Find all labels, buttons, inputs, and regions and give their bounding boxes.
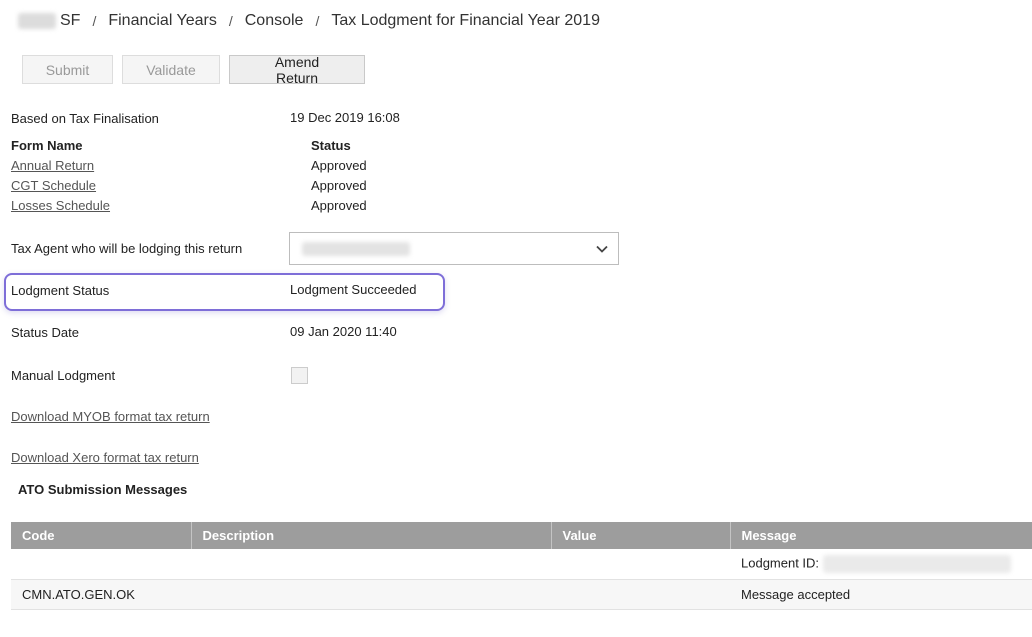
- validate-button[interactable]: Validate: [122, 55, 220, 84]
- breadcrumb-separator: /: [92, 13, 97, 29]
- cgt-schedule-status: Approved: [311, 178, 367, 193]
- losses-schedule-status: Approved: [311, 198, 367, 213]
- finalisation-label: Based on Tax Finalisation: [11, 111, 159, 126]
- lodgment-status-label: Lodgment Status: [11, 283, 110, 298]
- annual-return-status: Approved: [311, 158, 367, 173]
- breadcrumb-financial-years[interactable]: Financial Years: [108, 12, 217, 30]
- cell-message: Lodgment ID:: [730, 549, 1032, 580]
- fund-name-redacted: [18, 13, 56, 29]
- form-name-header: Form Name: [11, 138, 83, 153]
- lodgment-id-label: Lodgment ID:: [741, 555, 820, 571]
- cgt-schedule-link[interactable]: CGT Schedule: [11, 178, 96, 193]
- breadcrumb-fund[interactable]: SF: [60, 12, 80, 30]
- cell-value: [551, 549, 730, 580]
- column-header-value[interactable]: Value: [551, 522, 731, 549]
- losses-schedule-link[interactable]: Losses Schedule: [11, 198, 110, 213]
- annual-return-link[interactable]: Annual Return: [11, 158, 94, 173]
- table-header-row: Code Description Value Message: [11, 522, 1032, 549]
- ato-messages-table: Code Description Value Message Lodgment …: [11, 522, 1032, 610]
- breadcrumb-separator: /: [228, 13, 233, 29]
- cell-message: Message accepted: [730, 579, 1032, 610]
- cell-code: [11, 549, 191, 580]
- tax-agent-select[interactable]: [289, 232, 619, 265]
- status-date-value: 09 Jan 2020 11:40: [290, 324, 397, 339]
- ato-messages-title: ATO Submission Messages: [18, 482, 188, 497]
- table-row: CMN.ATO.GEN.OK Message accepted: [11, 579, 1032, 610]
- lodgment-id-redacted: [823, 554, 1012, 573]
- manual-lodgment-label: Manual Lodgment: [11, 368, 116, 383]
- breadcrumb: SF / Financial Years / Console / Tax Lod…: [18, 12, 600, 30]
- download-xero-link[interactable]: Download Xero format tax return: [11, 450, 199, 465]
- manual-lodgment-checkbox[interactable]: [291, 367, 308, 384]
- download-myob-link[interactable]: Download MYOB format tax return: [11, 409, 210, 424]
- column-header-description[interactable]: Description: [191, 522, 552, 549]
- cell-code: CMN.ATO.GEN.OK: [11, 579, 191, 610]
- cell-value: [551, 579, 730, 610]
- amend-return-button[interactable]: Amend Return: [229, 54, 365, 86]
- table-row: Lodgment ID:: [11, 549, 1032, 580]
- breadcrumb-separator: /: [315, 13, 320, 29]
- column-header-message[interactable]: Message: [730, 522, 1032, 549]
- tax-agent-redacted-value: [302, 242, 410, 256]
- toolbar: Submit Validate Amend Return: [22, 54, 365, 86]
- cell-description: [191, 579, 551, 610]
- breadcrumb-console[interactable]: Console: [245, 12, 304, 30]
- chevron-down-icon: [596, 245, 608, 253]
- lodgment-status-value: Lodgment Succeeded: [290, 282, 417, 297]
- finalisation-value: 19 Dec 2019 16:08: [290, 110, 400, 125]
- page-title: Tax Lodgment for Financial Year 2019: [331, 12, 600, 29]
- status-date-label: Status Date: [11, 325, 79, 340]
- status-header: Status: [311, 138, 351, 153]
- submit-button[interactable]: Submit: [22, 55, 113, 84]
- tax-agent-label: Tax Agent who will be lodging this retur…: [11, 241, 243, 256]
- cell-description: [191, 549, 551, 580]
- column-header-code[interactable]: Code: [11, 522, 192, 549]
